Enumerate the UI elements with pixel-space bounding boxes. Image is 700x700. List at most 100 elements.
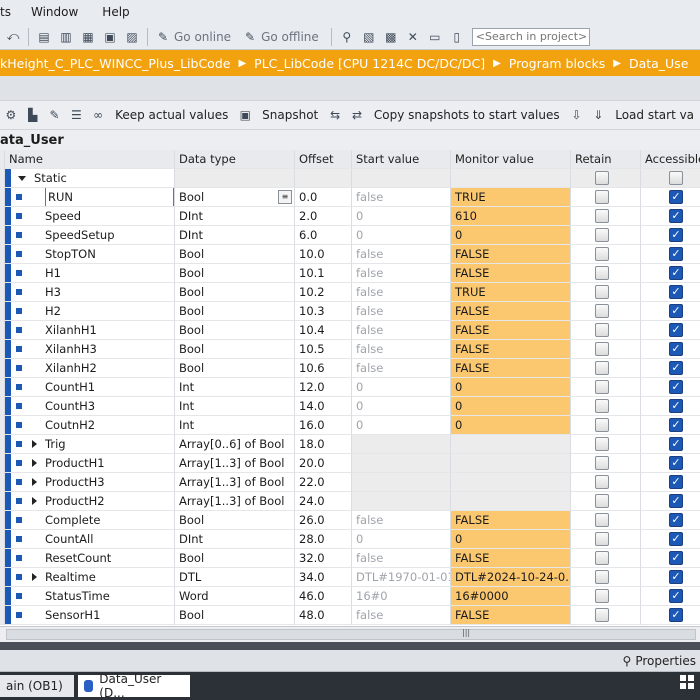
data-type[interactable]: Int bbox=[179, 418, 194, 432]
table-row[interactable]: ProductH2 Array[1..3] of Bool 24.0 ✓ bbox=[0, 492, 700, 511]
accessible-checkbox[interactable]: ✓ bbox=[669, 589, 683, 603]
breadcrumb-program-blocks[interactable]: Program blocks bbox=[509, 56, 605, 71]
split-horizontal-icon[interactable]: ▭ bbox=[427, 29, 443, 45]
table-row[interactable]: CountH3 Int 14.0 0 0 ✓ bbox=[0, 397, 700, 416]
table-row[interactable]: XilanhH3 Bool 10.5 false FALSE ✓ bbox=[0, 340, 700, 359]
accessible-checkbox[interactable]: ✓ bbox=[669, 532, 683, 546]
retain-checkbox[interactable] bbox=[595, 570, 609, 584]
retain-checkbox[interactable] bbox=[595, 456, 609, 470]
cross-reference-icon[interactable]: ▧ bbox=[361, 29, 377, 45]
variable-name[interactable]: H1 bbox=[45, 264, 61, 282]
expand-icon[interactable] bbox=[32, 440, 37, 448]
column-header-type[interactable]: Data type bbox=[175, 150, 295, 169]
retain-checkbox[interactable] bbox=[595, 171, 609, 185]
breadcrumb-plc[interactable]: PLC_LibCode [CPU 1214C DC/DC/DC] bbox=[254, 56, 485, 71]
start-value[interactable]: false bbox=[352, 188, 451, 207]
start-value[interactable] bbox=[352, 492, 451, 511]
load-start-values-button[interactable]: Load start va bbox=[615, 108, 694, 122]
data-type[interactable]: Bool bbox=[179, 247, 204, 261]
data-type[interactable]: Int bbox=[179, 380, 194, 394]
column-header-name[interactable]: Name bbox=[5, 150, 175, 169]
accessible-checkbox[interactable]: ✓ bbox=[669, 456, 683, 470]
start-value[interactable] bbox=[352, 473, 451, 492]
load-alt-icon[interactable]: ⇓ bbox=[591, 107, 605, 123]
menu-item-tools[interactable]: ts bbox=[0, 5, 11, 19]
table-row[interactable]: XilanhH1 Bool 10.4 false FALSE ✓ bbox=[0, 321, 700, 340]
start-value[interactable]: false bbox=[352, 340, 451, 359]
start-value[interactable]: 0 bbox=[352, 397, 451, 416]
copy-snapshot-icon[interactable]: ⇆ bbox=[328, 107, 342, 123]
data-type[interactable]: Array[0..6] of Bool bbox=[179, 437, 284, 451]
go-online-icon[interactable]: ✎ bbox=[155, 29, 171, 45]
table-row[interactable]: Trig Array[0..6] of Bool 18.0 ✓ bbox=[0, 435, 700, 454]
column-header-accessible[interactable]: Accessible bbox=[641, 150, 700, 169]
snapshot-button[interactable]: Snapshot bbox=[262, 108, 318, 122]
accessible-checkbox[interactable]: ✓ bbox=[669, 399, 683, 413]
go-offline-button[interactable]: Go offline bbox=[261, 30, 319, 44]
download-icon[interactable]: ▥ bbox=[58, 29, 74, 45]
start-value[interactable] bbox=[352, 435, 451, 454]
accessible-checkbox[interactable]: ✓ bbox=[669, 285, 683, 299]
monitor-all-icon[interactable]: ∞ bbox=[91, 107, 105, 123]
start-value[interactable]: 16#0 bbox=[352, 587, 451, 606]
retain-checkbox[interactable] bbox=[595, 551, 609, 565]
data-type[interactable]: Bool bbox=[179, 190, 204, 204]
start-value[interactable]: 0 bbox=[352, 530, 451, 549]
expand-icon[interactable] bbox=[32, 573, 37, 581]
list-icon[interactable]: ☰ bbox=[69, 107, 83, 123]
data-type[interactable]: Word bbox=[179, 589, 209, 603]
data-type[interactable]: Bool bbox=[179, 608, 204, 622]
accessible-checkbox[interactable]: ✓ bbox=[669, 323, 683, 337]
variable-name[interactable]: StopTON bbox=[45, 245, 96, 263]
menu-item-help[interactable]: Help bbox=[102, 5, 129, 19]
table-row[interactable]: SensorH1 Bool 48.0 false FALSE ✓ bbox=[0, 606, 700, 625]
column-header-monitor[interactable]: Monitor value bbox=[451, 150, 571, 169]
data-type[interactable]: Bool bbox=[179, 266, 204, 280]
variable-name[interactable]: Trig bbox=[45, 435, 66, 453]
table-row[interactable]: Speed DInt 2.0 0 610 ✓ bbox=[0, 207, 700, 226]
table-row-static[interactable]: Static bbox=[0, 169, 700, 188]
accessible-checkbox[interactable]: ✓ bbox=[669, 247, 683, 261]
start-value[interactable]: false bbox=[352, 549, 451, 568]
table-row[interactable]: H3 Bool 10.2 false TRUE ✓ bbox=[0, 283, 700, 302]
data-type[interactable]: Bool bbox=[179, 304, 204, 318]
retain-checkbox[interactable] bbox=[595, 513, 609, 527]
table-row[interactable]: H2 Bool 10.3 false FALSE ✓ bbox=[0, 302, 700, 321]
menu-item-window[interactable]: Window bbox=[31, 5, 78, 19]
retain-checkbox[interactable] bbox=[595, 361, 609, 375]
data-type[interactable]: DInt bbox=[179, 228, 203, 242]
taskbar-item-data-user[interactable]: Data_User (D... bbox=[78, 672, 190, 700]
retain-checkbox[interactable] bbox=[595, 266, 609, 280]
table-row[interactable]: Realtime DTL 34.0 DTL#1970-01-01- DTL#2024-… bbox=[0, 568, 700, 587]
data-type[interactable]: Array[1..3] of Bool bbox=[179, 494, 284, 508]
column-header-offset[interactable]: Offset bbox=[295, 150, 352, 169]
accessible-checkbox[interactable]: ✓ bbox=[669, 437, 683, 451]
start-value[interactable]: false bbox=[352, 511, 451, 530]
data-type[interactable]: DInt bbox=[179, 532, 203, 546]
retain-checkbox[interactable] bbox=[595, 209, 609, 223]
variable-name[interactable]: SensorH1 bbox=[45, 606, 100, 624]
accessible-checkbox[interactable]: ✓ bbox=[669, 494, 683, 508]
horizontal-scrollbar[interactable]: ||| bbox=[0, 626, 700, 642]
accessible-checkbox[interactable]: ✓ bbox=[669, 513, 683, 527]
properties-tab[interactable]: ⚲ Properties bbox=[621, 652, 700, 670]
variable-name[interactable]: StatusTime bbox=[45, 587, 110, 605]
retain-checkbox[interactable] bbox=[595, 437, 609, 451]
search-input[interactable] bbox=[471, 27, 590, 46]
accessible-checkbox[interactable]: ✓ bbox=[669, 209, 683, 223]
retain-checkbox[interactable] bbox=[595, 418, 609, 432]
start-value[interactable]: 0 bbox=[352, 416, 451, 435]
table-row[interactable]: StatusTime Word 46.0 16#0 16#0000 ✓ bbox=[0, 587, 700, 606]
insert-row-icon[interactable]: ▙ bbox=[26, 107, 40, 123]
accessible-checkbox[interactable]: ✓ bbox=[669, 551, 683, 565]
monitor-icon[interactable]: ▩ bbox=[383, 29, 399, 45]
variable-name[interactable]: CountH1 bbox=[45, 378, 95, 396]
variable-name[interactable]: ProductH3 bbox=[45, 473, 105, 491]
collapse-icon[interactable] bbox=[18, 175, 26, 181]
accessible-checkbox[interactable]: ✓ bbox=[669, 190, 683, 204]
breadcrumb-project[interactable]: kHeight_C_PLC_WINCC_Plus_LibCode bbox=[0, 56, 230, 71]
keep-actual-values-button[interactable]: Keep actual values bbox=[115, 108, 228, 122]
data-type[interactable]: Bool bbox=[179, 285, 204, 299]
upload-icon[interactable]: ▦ bbox=[80, 29, 96, 45]
variable-name[interactable]: Speed bbox=[45, 207, 81, 225]
